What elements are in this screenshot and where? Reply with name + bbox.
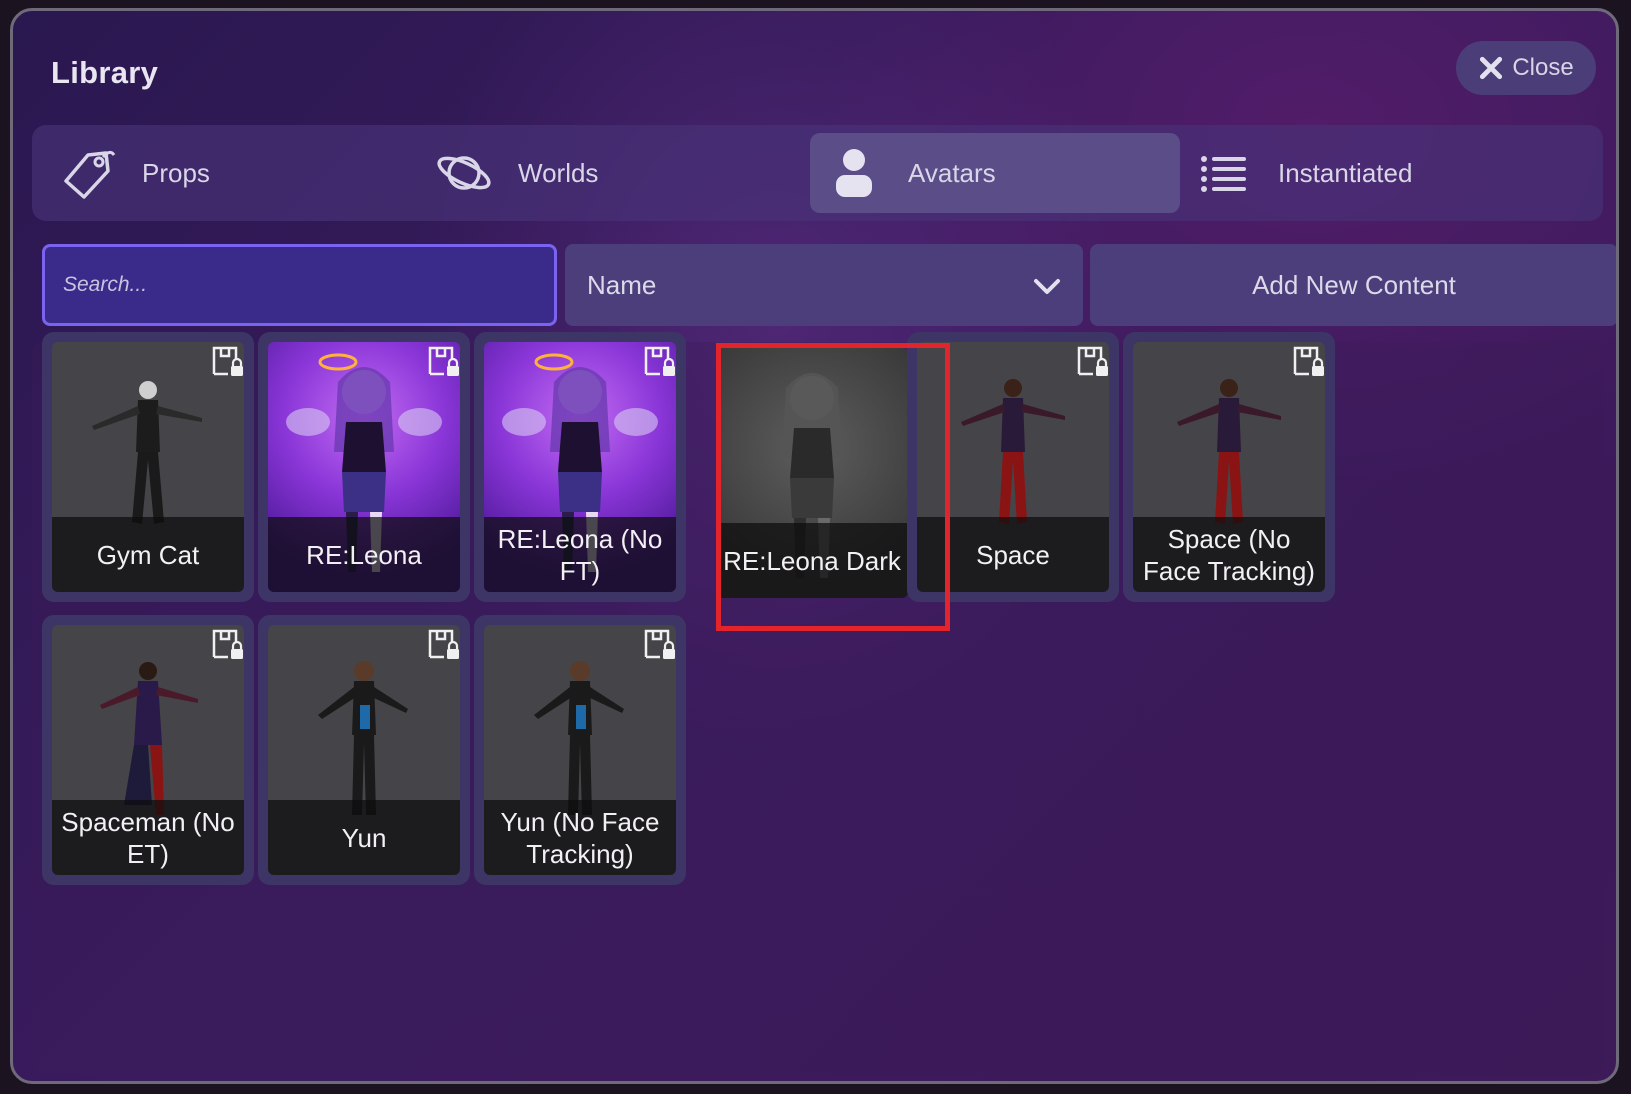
locked-item-icon — [1077, 346, 1108, 376]
add-new-content-button[interactable]: Add New Content — [1090, 244, 1616, 326]
avatar-name: RE:Leona (No FT) — [484, 517, 676, 592]
window-title: Library — [51, 55, 159, 90]
avatar-card[interactable]: Yun — [258, 615, 470, 885]
close-button[interactable]: Close — [1456, 41, 1596, 95]
avatar-card[interactable]: RE:Leona (No FT) — [474, 332, 686, 602]
tab-instantiated-label: Instantiated — [1278, 157, 1413, 188]
close-icon — [1480, 56, 1503, 80]
sort-value: Name — [587, 269, 657, 300]
planet-icon — [434, 143, 494, 203]
avatar-card[interactable]: Space (No Face Tracking) — [1123, 332, 1335, 602]
avatar-card[interactable]: Gym Cat — [42, 332, 254, 602]
avatar-name: Spaceman (No ET) — [52, 800, 244, 875]
add-new-content-label: Add New Content — [1252, 269, 1456, 300]
tab-bar: Props Worlds Avatars Instantiated — [32, 125, 1603, 221]
user-icon — [824, 143, 884, 203]
search-input[interactable] — [42, 244, 557, 326]
tag-icon — [58, 143, 118, 203]
locked-item-icon — [1293, 346, 1324, 376]
locked-item-icon — [428, 346, 459, 376]
close-label: Close — [1512, 54, 1574, 81]
list-icon — [1194, 143, 1254, 203]
tab-worlds-label: Worlds — [518, 157, 599, 188]
tab-props[interactable]: Props — [58, 133, 428, 213]
locked-item-icon — [428, 629, 459, 659]
tab-props-label: Props — [142, 157, 210, 188]
chevron-down-icon — [1034, 279, 1060, 294]
locked-item-icon — [644, 629, 675, 659]
locked-item-icon — [212, 629, 243, 659]
avatar-name: Gym Cat — [52, 517, 244, 592]
avatar-name: Space (No Face Tracking) — [1133, 517, 1325, 592]
tab-worlds[interactable]: Worlds — [434, 133, 804, 213]
avatar-name: RE:Leona — [268, 517, 460, 592]
locked-item-icon — [644, 346, 675, 376]
tab-avatars[interactable]: Avatars — [810, 133, 1180, 213]
tab-instantiated[interactable]: Instantiated — [1186, 133, 1576, 213]
selection-highlight — [716, 343, 950, 631]
sort-dropdown[interactable]: Name — [565, 244, 1083, 326]
avatar-card[interactable]: Yun (No Face Tracking) — [474, 615, 686, 885]
avatar-card[interactable]: RE:Leona — [258, 332, 470, 602]
locked-item-icon — [212, 346, 243, 376]
avatar-card[interactable]: Spaceman (No ET) — [42, 615, 254, 885]
library-window: Library Close Props Worlds Avatars Insta… — [10, 8, 1619, 1084]
tab-avatars-label: Avatars — [908, 157, 996, 188]
avatar-name: Yun — [268, 800, 460, 875]
avatar-name: Yun (No Face Tracking) — [484, 800, 676, 875]
